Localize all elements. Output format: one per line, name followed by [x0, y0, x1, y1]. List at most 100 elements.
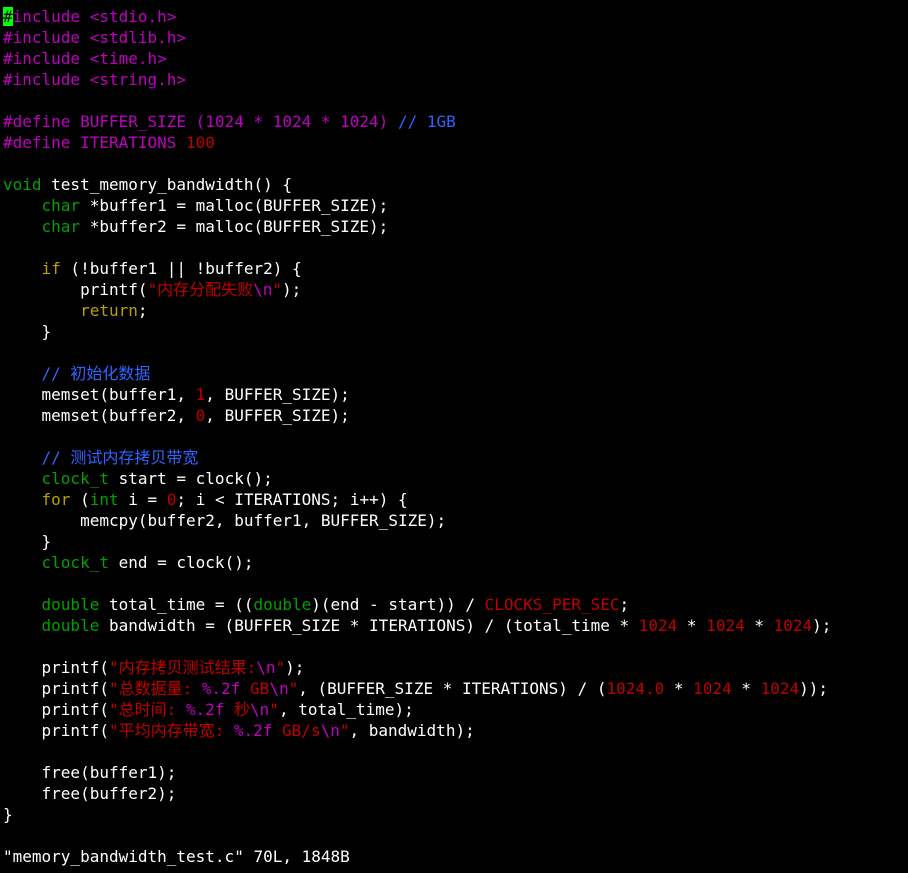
- code-token-escape: %.2f: [185, 700, 225, 719]
- code-token-normal: ;: [137, 301, 148, 320]
- code-token-normal: }: [3, 322, 52, 341]
- code-token-normal: free(buffer1);: [3, 763, 177, 782]
- code-line[interactable]: printf("总数据量: %.2f GB\n", (BUFFER_SIZE *…: [3, 678, 908, 699]
- code-token-normal: [3, 196, 42, 215]
- code-token-normal: *: [744, 616, 774, 635]
- code-line[interactable]: memset(buffer2, 0, BUFFER_SIZE);: [3, 405, 908, 426]
- code-token-normal: test_memory_bandwidth() {: [41, 175, 292, 194]
- code-line[interactable]: [3, 573, 908, 594]
- code-token-type: void: [3, 175, 42, 194]
- code-token-preproc: #include: [3, 49, 90, 68]
- code-token-normal: end = clock();: [108, 553, 254, 572]
- code-token-normal: , (BUFFER_SIZE * ITERATIONS) / (: [298, 679, 607, 698]
- code-line[interactable]: clock_t end = clock();: [3, 552, 908, 573]
- code-line[interactable]: [3, 426, 908, 447]
- code-line[interactable]: free(buffer1);: [3, 762, 908, 783]
- code-token-keyword: return: [80, 301, 138, 320]
- code-line[interactable]: // 初始化数据: [3, 363, 908, 384]
- code-token-string: "总数据量:: [108, 679, 202, 698]
- code-token-preproc: #include: [3, 28, 90, 47]
- code-token-normal: (: [70, 490, 90, 509]
- code-token-normal: , bandwidth);: [349, 721, 475, 740]
- code-token-normal: [3, 469, 42, 488]
- text-cursor: #: [3, 7, 13, 26]
- code-line[interactable]: memset(buffer1, 1, BUFFER_SIZE);: [3, 384, 908, 405]
- code-token-include_string: <time.h>: [89, 49, 167, 68]
- code-token-normal: printf(: [3, 700, 109, 719]
- code-token-include_string: <stdlib.h>: [89, 28, 187, 47]
- code-token-normal: memset(buffer1,: [3, 385, 196, 404]
- code-token-preproc: #define ITERATIONS: [3, 133, 187, 152]
- code-line[interactable]: for (int i = 0; i < ITERATIONS; i++) {: [3, 489, 908, 510]
- code-token-number: 1024: [638, 616, 678, 635]
- code-token-normal: printf(: [3, 658, 109, 677]
- code-line[interactable]: #define BUFFER_SIZE (1024 * 1024 * 1024)…: [3, 111, 908, 132]
- code-line[interactable]: [3, 342, 908, 363]
- code-line[interactable]: printf("内存分配失败\n");: [3, 279, 908, 300]
- code-line[interactable]: }: [3, 531, 908, 552]
- code-token-include_string: <stdio.h>: [89, 7, 177, 26]
- code-token-normal: [3, 595, 42, 614]
- code-line[interactable]: #include <time.h>: [3, 48, 908, 69]
- code-token-string: ": [272, 280, 283, 299]
- code-token-normal: *buffer2 = malloc(BUFFER_SIZE);: [80, 217, 389, 236]
- code-line[interactable]: return;: [3, 300, 908, 321]
- code-token-normal: , BUFFER_SIZE);: [205, 385, 350, 404]
- status-bar: "memory_bandwidth_test.c" 70L, 1848B: [3, 847, 350, 866]
- code-token-normal: memset(buffer2,: [3, 406, 196, 425]
- code-line[interactable]: [3, 90, 908, 111]
- code-token-normal: *: [664, 679, 694, 698]
- code-line[interactable]: // 测试内存拷贝带宽: [3, 447, 908, 468]
- code-line[interactable]: printf("内存拷贝测试结果:\n");: [3, 657, 908, 678]
- code-line[interactable]: if (!buffer1 || !buffer2) {: [3, 258, 908, 279]
- code-token-type: char: [41, 196, 81, 215]
- code-token-normal: , total_time);: [278, 700, 414, 719]
- code-line[interactable]: free(buffer2);: [3, 783, 908, 804]
- code-token-escape: %.2f: [201, 679, 241, 698]
- code-token-normal: [3, 616, 42, 635]
- code-line[interactable]: char *buffer2 = malloc(BUFFER_SIZE);: [3, 216, 908, 237]
- code-token-type: double: [41, 595, 100, 614]
- code-line[interactable]: void test_memory_bandwidth() {: [3, 174, 908, 195]
- code-token-preproc: (1024 * 1024 * 1024): [195, 112, 398, 131]
- code-line[interactable]: [3, 741, 908, 762]
- code-token-normal: )(end - start)) /: [311, 595, 485, 614]
- code-line[interactable]: double total_time = ((double)(end - star…: [3, 594, 908, 615]
- code-token-number: 1024: [773, 616, 813, 635]
- code-editor[interactable]: #include <stdio.h> #include <stdlib.h> #in…: [3, 6, 908, 825]
- code-token-normal: printf(: [3, 280, 148, 299]
- code-token-string: "内存拷贝测试结果:: [108, 658, 257, 677]
- code-token-number: 0: [166, 490, 177, 509]
- code-line[interactable]: [3, 636, 908, 657]
- code-line[interactable]: printf("平均内存带宽: %.2f GB/s\n", bandwidth)…: [3, 720, 908, 741]
- code-token-type: char: [41, 217, 81, 236]
- code-token-type: clock_t: [41, 553, 109, 572]
- code-token-number: 1024: [706, 616, 745, 635]
- code-token-normal: printf(: [3, 679, 109, 698]
- code-line[interactable]: #include <stdio.h>: [3, 6, 908, 27]
- code-line[interactable]: clock_t start = clock();: [3, 468, 908, 489]
- code-token-normal: }: [3, 805, 13, 824]
- code-line[interactable]: printf("总时间: %.2f 秒\n", total_time);: [3, 699, 908, 720]
- code-token-normal: , BUFFER_SIZE);: [205, 406, 350, 425]
- code-token-escape: \n: [253, 280, 273, 299]
- code-line[interactable]: #include <string.h>: [3, 69, 908, 90]
- code-token-escape: \n: [250, 700, 270, 719]
- code-line[interactable]: }: [3, 804, 908, 825]
- code-token-normal: i =: [118, 490, 167, 509]
- code-line[interactable]: }: [3, 321, 908, 342]
- code-token-type: double: [41, 616, 100, 635]
- code-line[interactable]: [3, 153, 908, 174]
- code-token-keyword: for: [41, 490, 71, 509]
- code-line[interactable]: [3, 237, 908, 258]
- code-token-number: 1024: [693, 679, 732, 698]
- code-token-normal: bandwidth = (BUFFER_SIZE * ITERATIONS) /…: [99, 616, 639, 635]
- code-line[interactable]: #include <stdlib.h>: [3, 27, 908, 48]
- code-line[interactable]: memcpy(buffer2, buffer1, BUFFER_SIZE);: [3, 510, 908, 531]
- code-token-string: "平均内存带宽:: [108, 721, 234, 740]
- code-line[interactable]: #define ITERATIONS 100: [3, 132, 908, 153]
- code-token-escape: \n: [320, 721, 340, 740]
- code-line[interactable]: char *buffer1 = malloc(BUFFER_SIZE);: [3, 195, 908, 216]
- code-token-string: "内存分配失败: [147, 280, 254, 299]
- code-line[interactable]: double bandwidth = (BUFFER_SIZE * ITERAT…: [3, 615, 908, 636]
